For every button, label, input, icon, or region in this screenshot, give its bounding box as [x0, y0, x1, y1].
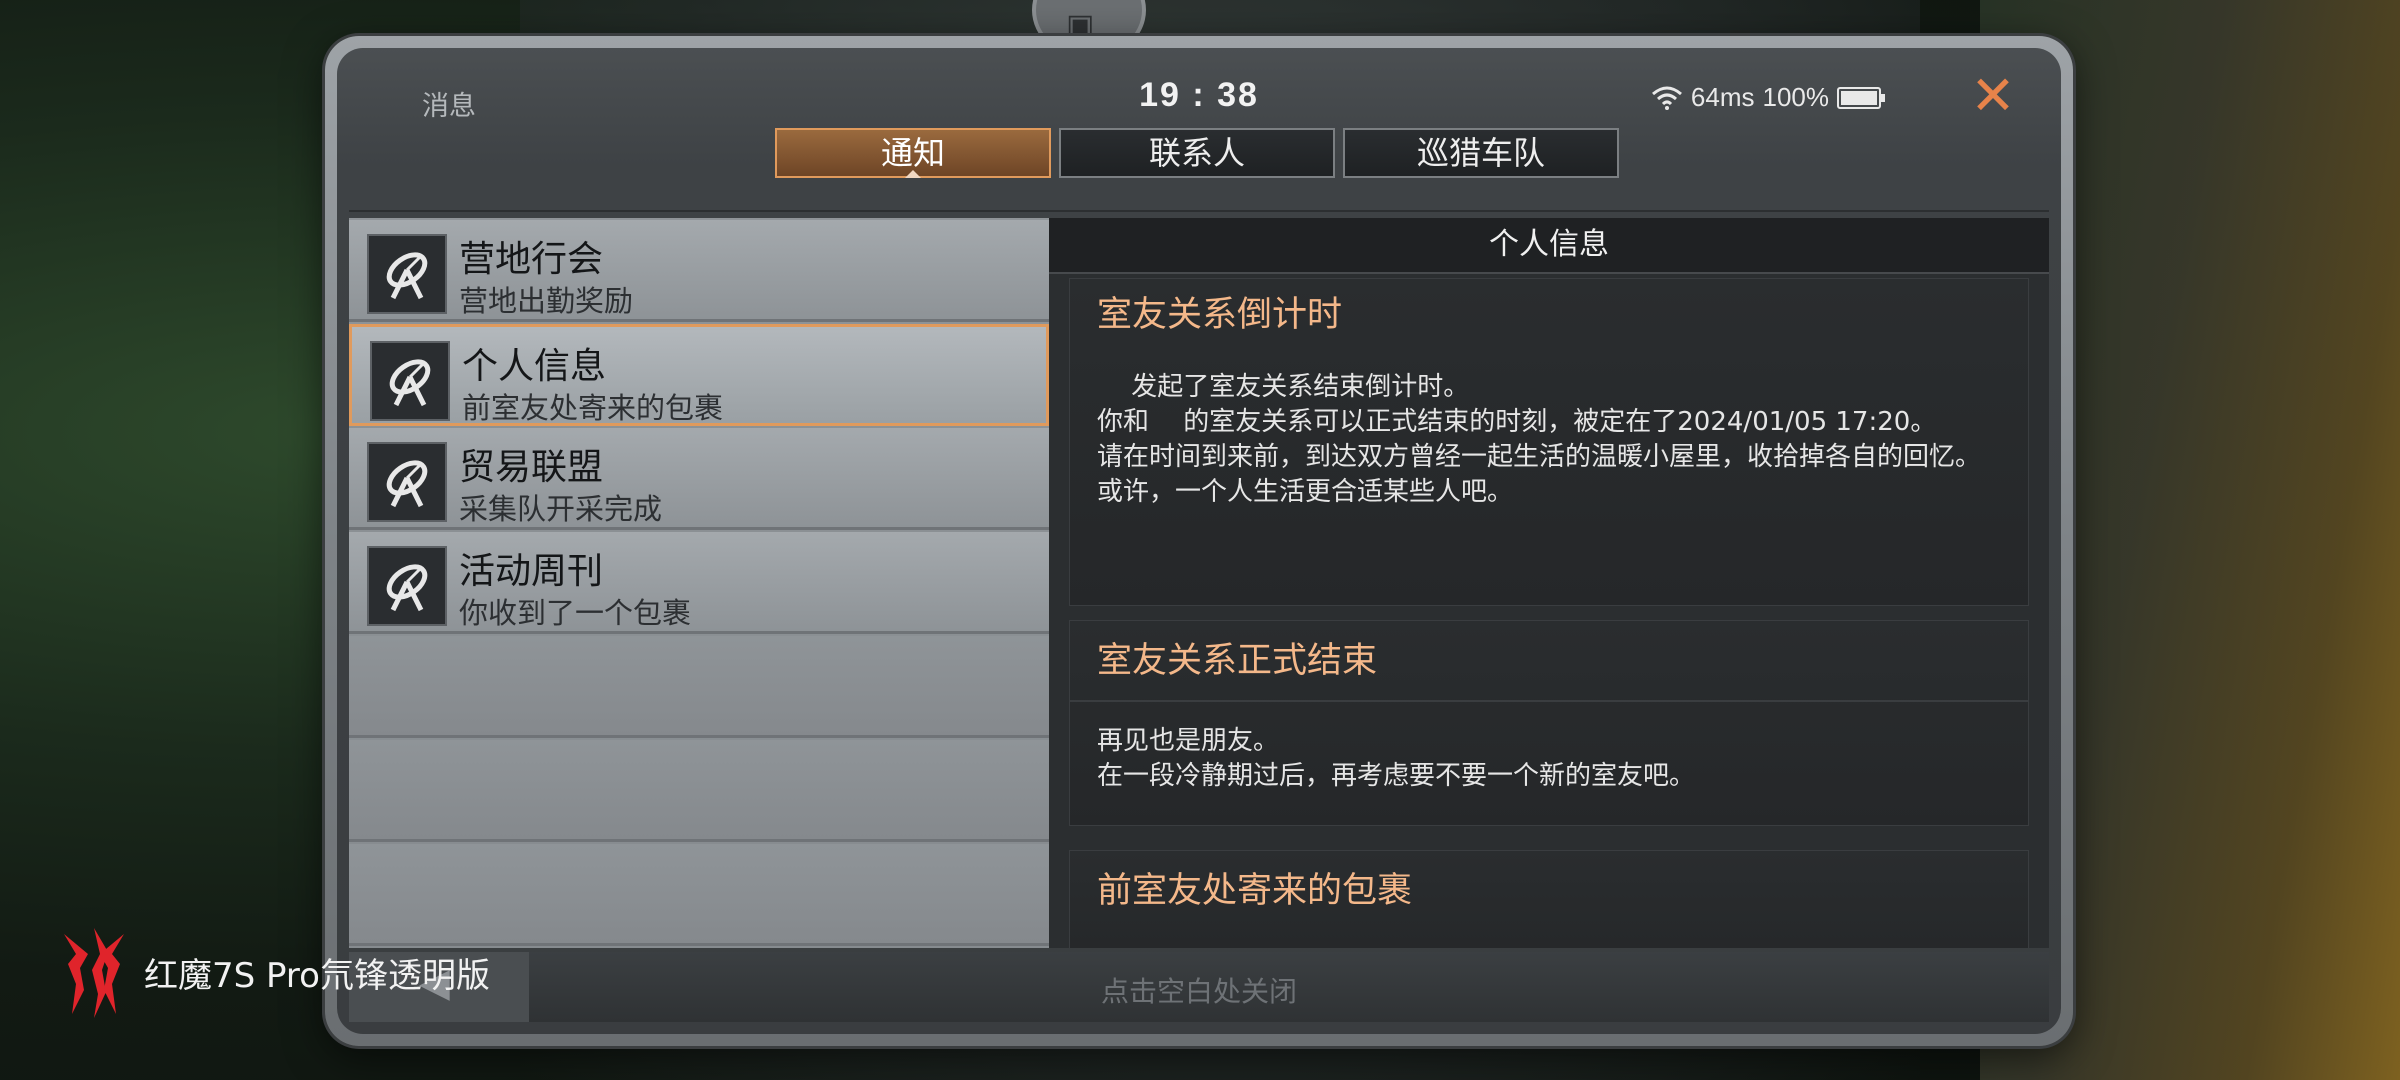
satellite-dish-icon [367, 442, 447, 522]
header-divider [349, 210, 2049, 212]
message-card: 室友关系正式结束 再见也是朋友。 在一段冷静期过后，再考虑要不要一个新的室友吧。 [1069, 620, 2029, 826]
empty-slot [349, 636, 1049, 738]
message-subtitle: 采集队开采完成 [459, 492, 663, 526]
tab-patrol-team[interactable]: 巡猎车队 [1343, 128, 1619, 178]
tablet-screen: 消息 19 : 38 64ms 100% ✕ 通知 联系人 巡猎车队 营地行会 … [337, 48, 2061, 1034]
device-watermark: 红魔7S Pro氘锋透明版 [58, 924, 490, 1020]
satellite-dish-icon [367, 234, 447, 314]
battery-icon [1837, 86, 1885, 109]
card-divider [1069, 700, 2029, 702]
empty-slot [349, 740, 1049, 842]
battery-text: 100% [1762, 82, 1830, 112]
card-line: 你和 的室友关系可以正式结束的时刻，被定在了2024/01/05 17:20。 [1097, 407, 1937, 437]
list-item[interactable]: 营地行会 营地出勤奖励 [349, 220, 1049, 322]
message-card: 室友关系倒计时 发起了室友关系结束倒计时。 你和 的室友关系可以正式结束的时刻，… [1069, 278, 2029, 606]
latency-text: 64ms [1690, 82, 1755, 112]
card-line: 在一段冷静期过后，再考虑要不要一个新的室友吧。 [1097, 761, 1696, 791]
detail-header: 个人信息 [1049, 218, 2049, 274]
card-title: 室友关系正式结束 [1097, 641, 1378, 681]
list-item[interactable]: 贸易联盟 采集队开采完成 [349, 428, 1049, 530]
close-hint: 点击空白处关闭 [1100, 975, 1297, 1008]
message-title: 活动周刊 [459, 551, 604, 592]
message-title: 个人信息 [462, 346, 607, 387]
card-body: 发起了室友关系结束倒计时。 你和 的室友关系可以正式结束的时刻，被定在了2024… [1097, 370, 2005, 510]
message-detail-panel: 个人信息 室友关系倒计时 发起了室友关系结束倒计时。 你和 的室友关系可以正式结… [1049, 218, 2049, 948]
tab-notifications[interactable]: 通知 [775, 128, 1051, 178]
tab-bar: 通知 联系人 巡猎车队 [775, 128, 1619, 178]
message-card: 前室友处寄来的包裹 [1069, 850, 2029, 948]
list-item-selected[interactable]: 个人信息 前室友处寄来的包裹 [349, 324, 1049, 426]
satellite-dish-icon [370, 341, 450, 421]
message-title: 贸易联盟 [459, 447, 604, 488]
satellite-dish-icon [367, 546, 447, 626]
message-title: 营地行会 [459, 239, 604, 280]
card-title: 前室友处寄来的包裹 [1097, 871, 1413, 911]
list-item[interactable]: 活动周刊 你收到了一个包裹 [349, 532, 1049, 634]
message-subtitle: 营地出勤奖励 [459, 284, 634, 318]
message-list: 营地行会 营地出勤奖励 个人信息 前室友处寄来的包裹 贸易联盟 采集队开采完成 [349, 218, 1049, 948]
bottom-bar[interactable]: ◀ 点击空白处关闭 [349, 952, 2049, 1022]
redmagic-logo-icon [64, 928, 124, 1018]
wifi-icon [1651, 86, 1682, 110]
message-subtitle: 你收到了一个包裹 [459, 596, 692, 630]
close-button[interactable]: ✕ [1965, 68, 2021, 124]
watermark-text: 红魔7S Pro氘锋透明版 [144, 955, 490, 996]
tablet-frame: 消息 19 : 38 64ms 100% ✕ 通知 联系人 巡猎车队 营地行会 … [325, 36, 2073, 1046]
card-line: 再见也是朋友。 [1097, 726, 1280, 756]
card-body: 再见也是朋友。 在一段冷静期过后，再考虑要不要一个新的室友吧。 [1097, 724, 2005, 794]
card-line: 发起了室友关系结束倒计时。 [1097, 372, 1470, 402]
card-line: 请在时间到来前，到达双方曾经一起生活的温暖小屋里，收拾掉各自的回忆。 [1097, 442, 1982, 472]
card-title: 室友关系倒计时 [1097, 295, 1343, 335]
tab-contacts[interactable]: 联系人 [1059, 128, 1335, 178]
card-line: 或许，一个人生活更合适某些人吧。 [1097, 477, 1514, 507]
status-indicators: 64ms 100% [1651, 82, 1885, 113]
message-subtitle: 前室友处寄来的包裹 [462, 391, 724, 425]
